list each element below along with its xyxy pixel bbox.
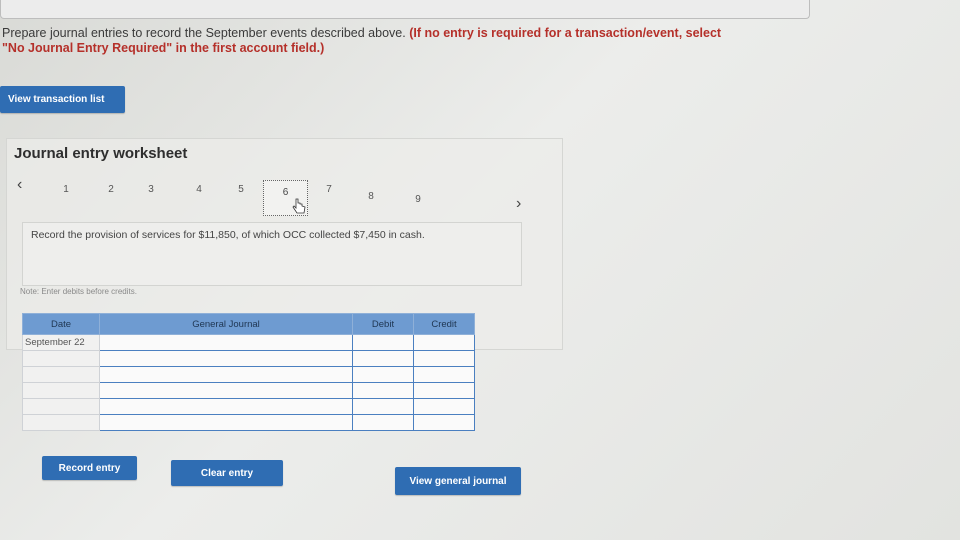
date-cell: September 22 bbox=[22, 334, 100, 351]
table-row bbox=[22, 382, 475, 399]
transaction-description: Record the provision of services for $11… bbox=[22, 222, 522, 286]
date-cell bbox=[22, 382, 100, 399]
table-row bbox=[22, 366, 475, 383]
debit-input[interactable] bbox=[352, 414, 414, 431]
debit-header: Debit bbox=[352, 313, 414, 335]
date-cell bbox=[22, 366, 100, 383]
date-cell bbox=[22, 398, 100, 415]
debit-input[interactable] bbox=[352, 334, 414, 351]
debit-input[interactable] bbox=[352, 366, 414, 383]
debit-credit-note: Note: Enter debits before credits. bbox=[20, 287, 137, 296]
instruction-bold: "No Journal Entry Required" in the first… bbox=[2, 41, 325, 55]
account-input[interactable] bbox=[99, 334, 353, 351]
date-header: Date bbox=[22, 313, 100, 335]
credit-input[interactable] bbox=[413, 414, 475, 431]
step-3[interactable]: 3 bbox=[144, 184, 158, 195]
worksheet-title: Journal entry worksheet bbox=[14, 145, 188, 162]
prev-step-chevron-icon[interactable]: ‹ bbox=[17, 176, 22, 194]
instruction-red: (If no entry is required for a transacti… bbox=[409, 26, 722, 40]
credit-input[interactable] bbox=[413, 350, 475, 367]
record-entry-button[interactable]: Record entry bbox=[42, 456, 137, 480]
account-input[interactable] bbox=[99, 366, 353, 383]
account-input[interactable] bbox=[99, 398, 353, 415]
general-journal-header: General Journal bbox=[99, 313, 353, 335]
table-row: September 22 bbox=[22, 334, 475, 351]
table-row bbox=[22, 398, 475, 415]
next-step-chevron-icon[interactable]: › bbox=[516, 195, 521, 213]
instruction-text: Prepare journal entries to record the Se… bbox=[2, 26, 802, 56]
step-2[interactable]: 2 bbox=[104, 184, 118, 195]
table-row bbox=[22, 414, 475, 431]
debit-input[interactable] bbox=[352, 382, 414, 399]
debit-input[interactable] bbox=[352, 350, 414, 367]
credit-input[interactable] bbox=[413, 366, 475, 383]
account-input[interactable] bbox=[99, 414, 353, 431]
step-8[interactable]: 8 bbox=[364, 191, 378, 202]
view-transaction-list-button[interactable]: View transaction list bbox=[0, 86, 125, 113]
credit-input[interactable] bbox=[413, 334, 475, 351]
instruction-main: Prepare journal entries to record the Se… bbox=[2, 26, 406, 40]
step-4[interactable]: 4 bbox=[192, 184, 206, 195]
clear-entry-button[interactable]: Clear entry bbox=[171, 460, 283, 486]
step-7[interactable]: 7 bbox=[322, 184, 336, 195]
date-cell bbox=[22, 414, 100, 431]
table-row bbox=[22, 350, 475, 367]
credit-input[interactable] bbox=[413, 398, 475, 415]
credit-input[interactable] bbox=[413, 382, 475, 399]
account-input[interactable] bbox=[99, 350, 353, 367]
step-9[interactable]: 9 bbox=[411, 194, 425, 205]
journal-header-row: Date General Journal Debit Credit bbox=[22, 313, 475, 335]
debit-input[interactable] bbox=[352, 398, 414, 415]
account-input[interactable] bbox=[99, 382, 353, 399]
credit-header: Credit bbox=[413, 313, 475, 335]
view-general-journal-button[interactable]: View general journal bbox=[395, 467, 521, 495]
step-5[interactable]: 5 bbox=[234, 184, 248, 195]
step-1[interactable]: 1 bbox=[59, 184, 73, 195]
hand-cursor-icon bbox=[292, 198, 306, 214]
journal-table: Date General Journal Debit Credit Septem… bbox=[22, 313, 475, 431]
top-frame bbox=[0, 0, 810, 19]
date-cell bbox=[22, 350, 100, 367]
